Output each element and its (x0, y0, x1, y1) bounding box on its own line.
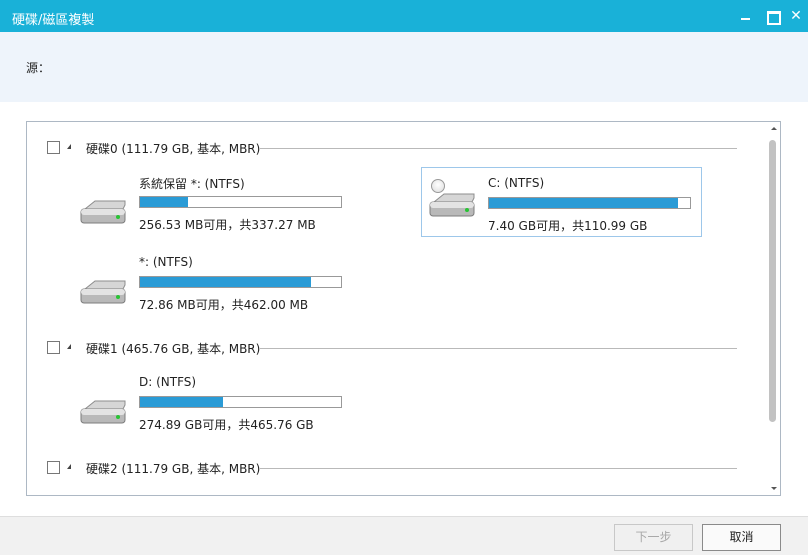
usage-bar (139, 196, 342, 208)
partition-name: 系統保留 *: (NTFS) (139, 177, 245, 191)
disk-0-label: 硬碟0 (111.79 GB, 基本, MBR) (86, 142, 261, 156)
partition-name: *: (NTFS) (139, 255, 193, 269)
partition-system-reserved[interactable]: 系統保留 *: (NTFS) 256.53 MB可用，共337.27 MB (79, 175, 359, 243)
collapse-triangle-icon[interactable] (67, 144, 71, 149)
usage-bar (488, 197, 691, 209)
hard-drive-icon (80, 200, 126, 224)
scroll-up-icon[interactable] (771, 127, 777, 130)
footer-bar: 下一步 取消 (0, 516, 808, 555)
close-icon[interactable]: ✕ (788, 8, 804, 24)
partition-hidden[interactable]: *: (NTFS) 72.86 MB可用，共462.00 MB (79, 255, 359, 323)
usage-bar (139, 276, 342, 288)
divider (260, 468, 737, 469)
usage-fill (140, 397, 223, 407)
partition-info: 7.40 GB可用，共110.99 GB (488, 219, 648, 233)
maximize-icon[interactable] (764, 8, 781, 25)
hard-drive-icon (429, 193, 475, 217)
source-bar: 源： (0, 32, 808, 102)
window-title: 硬碟/磁區複製 (12, 13, 95, 28)
usage-fill (140, 277, 311, 287)
cancel-button[interactable]: 取消 (702, 524, 781, 551)
partition-info: 274.89 GB可用，共465.76 GB (139, 418, 314, 432)
hard-drive-icon (80, 400, 126, 424)
scroll-down-icon[interactable] (771, 487, 777, 490)
disk-0-checkbox[interactable] (47, 141, 60, 154)
hard-drive-icon (80, 280, 126, 304)
vertical-scrollbar[interactable] (768, 122, 780, 495)
scroll-thumb[interactable] (769, 140, 776, 422)
partition-c[interactable]: C: (NTFS) 7.40 GB可用，共110.99 GB (421, 167, 702, 237)
collapse-triangle-icon[interactable] (67, 344, 71, 349)
disk-2-label: 硬碟2 (111.79 GB, 基本, MBR) (86, 462, 261, 476)
disk-header-0: 硬碟0 (111.79 GB, 基本, MBR) (47, 139, 737, 156)
partition-name: D: (NTFS) (139, 375, 197, 389)
usage-bar (139, 396, 342, 408)
collapse-triangle-icon[interactable] (67, 464, 71, 469)
disk-header-2: 硬碟2 (111.79 GB, 基本, MBR) (47, 459, 737, 476)
divider (260, 348, 737, 349)
next-button[interactable]: 下一步 (614, 524, 693, 551)
disk-1-label: 硬碟1 (465.76 GB, 基本, MBR) (86, 342, 261, 356)
minimize-icon[interactable] (738, 8, 754, 24)
partition-info: 72.86 MB可用，共462.00 MB (139, 298, 309, 312)
disk-list-panel[interactable]: 硬碟0 (111.79 GB, 基本, MBR) 系統保留 *: (NTFS) … (26, 121, 781, 496)
disk-1-checkbox[interactable] (47, 341, 60, 354)
partition-d[interactable]: D: (NTFS) 274.89 GB可用，共465.76 GB (79, 375, 359, 443)
partition-name: C: (NTFS) (488, 176, 545, 190)
usage-fill (140, 197, 188, 207)
disk-header-1: 硬碟1 (465.76 GB, 基本, MBR) (47, 339, 737, 356)
source-label: 源： (26, 61, 51, 75)
disk-2-checkbox[interactable] (47, 461, 60, 474)
divider (260, 148, 737, 149)
partition-info: 256.53 MB可用，共337.27 MB (139, 218, 316, 232)
title-bar: 硬碟/磁區複製 ✕ (0, 0, 808, 32)
usage-fill (489, 198, 678, 208)
